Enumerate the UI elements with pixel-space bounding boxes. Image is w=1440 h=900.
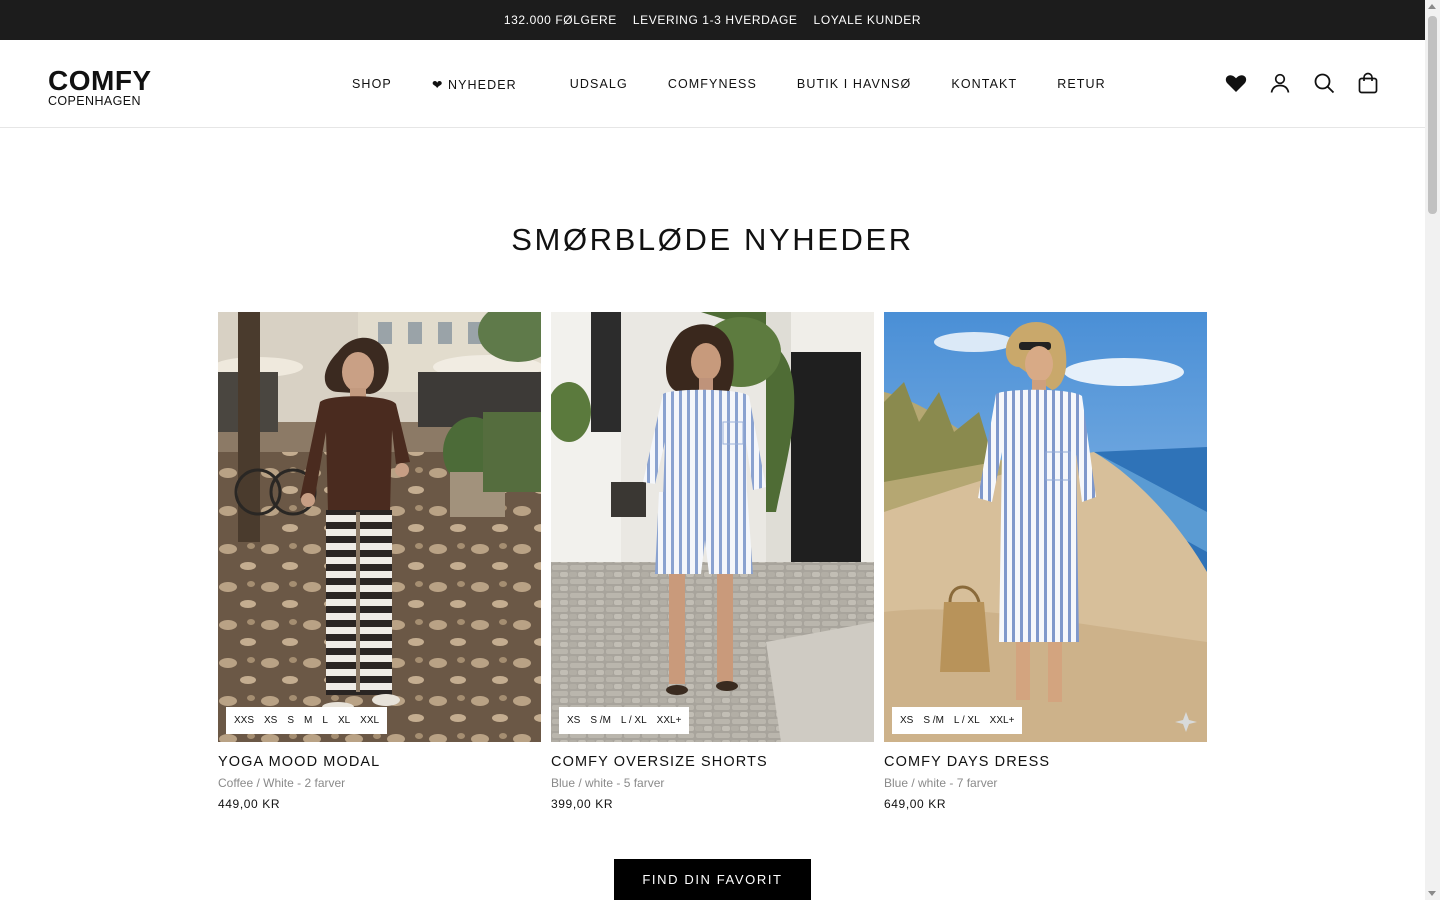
size-option[interactable]: L bbox=[322, 715, 328, 726]
scroll-down-arrow-icon[interactable] bbox=[1428, 891, 1436, 896]
nav-item-retur[interactable]: RETUR bbox=[1057, 77, 1106, 91]
size-option[interactable]: M bbox=[304, 715, 312, 726]
header-actions bbox=[1224, 71, 1380, 95]
nav-item-udsalg[interactable]: UDSALG bbox=[570, 77, 628, 91]
product-card[interactable]: XXS XS S M L XL XXL YOGA MOOD MODAL Coff… bbox=[218, 312, 541, 811]
brand-logo[interactable]: COMFY COPENHAGEN bbox=[48, 65, 168, 108]
announcement-item: LEVERING 1-3 HVERDAGE bbox=[632, 13, 798, 27]
scrollbar-thumb[interactable] bbox=[1428, 16, 1437, 214]
scroll-up-arrow-icon[interactable] bbox=[1428, 4, 1436, 9]
product-photo-beach bbox=[884, 312, 1207, 742]
product-variant: Coffee / White - 2 farver bbox=[218, 776, 346, 790]
product-image[interactable]: XXS XS S M L XL XXL bbox=[218, 312, 541, 742]
announcement-bar: 132.000 FØLGERE LEVERING 1-3 HVERDAGE LO… bbox=[0, 0, 1425, 40]
nav-item-kontakt[interactable]: KONTAKT bbox=[951, 77, 1017, 91]
nav-item-comfyness[interactable]: COMFYNESS bbox=[668, 77, 757, 91]
size-option[interactable]: XL bbox=[338, 715, 350, 726]
size-list: XS S /M L / XL XXL+ bbox=[892, 707, 1023, 734]
product-image[interactable]: XS S /M L / XL XXL+ bbox=[884, 312, 1207, 742]
announcement-item: 132.000 FØLGERE bbox=[503, 13, 617, 27]
section-title: SMØRBLØDE NYHEDER bbox=[511, 222, 914, 257]
nav-item-nyheder[interactable]: ❤ NYHEDER bbox=[432, 77, 517, 92]
size-option[interactable]: L / XL bbox=[954, 715, 980, 726]
product-photo-building-street bbox=[551, 312, 874, 742]
product-photo-street-cafe bbox=[218, 312, 541, 742]
product-name[interactable]: COMFY DAYS DRESS bbox=[884, 754, 1207, 770]
size-option[interactable]: S bbox=[287, 715, 294, 726]
nav-item-shop[interactable]: SHOP bbox=[352, 77, 392, 91]
page-scrollbar[interactable] bbox=[1425, 0, 1440, 900]
bag-icon[interactable] bbox=[1356, 71, 1380, 95]
product-card[interactable]: XS S /M L / XL XXL+ COMFY OVERSIZE SHORT… bbox=[551, 312, 874, 811]
size-option[interactable]: L / XL bbox=[621, 715, 647, 726]
size-list: XS S /M L / XL XXL+ bbox=[559, 707, 690, 734]
announcement-item: LOYALE KUNDER bbox=[813, 13, 922, 27]
product-name[interactable]: YOGA MOOD MODAL bbox=[218, 754, 541, 770]
product-variant: Blue / white - 7 farver bbox=[884, 776, 998, 790]
product-price: 649,00 KR bbox=[884, 797, 947, 811]
logo-wordmark: COMFY bbox=[48, 65, 152, 96]
search-icon[interactable] bbox=[1312, 71, 1336, 95]
product-variant: Blue / white - 5 farver bbox=[551, 776, 665, 790]
product-name[interactable]: COMFY OVERSIZE SHORTS bbox=[551, 754, 874, 770]
size-option[interactable]: XS bbox=[264, 715, 277, 726]
size-option[interactable]: XS bbox=[567, 715, 580, 726]
heart-icon[interactable] bbox=[1224, 71, 1248, 95]
size-option[interactable]: XXL+ bbox=[657, 715, 682, 726]
size-option[interactable]: XXL+ bbox=[990, 715, 1015, 726]
logo-subtitle: COPENHAGEN bbox=[48, 94, 141, 108]
size-option[interactable]: XXL bbox=[360, 715, 379, 726]
find-favorite-button[interactable]: FIND DIN FAVORIT bbox=[614, 859, 811, 900]
size-option[interactable]: XS bbox=[900, 715, 913, 726]
size-list: XXS XS S M L XL XXL bbox=[226, 707, 388, 734]
product-card[interactable]: XS S /M L / XL XXL+ COMFY DAYS DRESS Blu… bbox=[884, 312, 1207, 811]
main-nav: SHOP ❤ NYHEDER UDSALG COMFYNESS BUTIK I … bbox=[352, 75, 1106, 93]
product-price: 399,00 KR bbox=[551, 797, 614, 811]
site-header: COMFY COPENHAGEN SHOP ❤ NYHEDER UDSALG C… bbox=[0, 40, 1425, 128]
size-option[interactable]: S /M bbox=[590, 715, 611, 726]
nav-item-butik[interactable]: BUTIK I HAVNSØ bbox=[797, 77, 912, 91]
product-image[interactable]: XS S /M L / XL XXL+ bbox=[551, 312, 874, 742]
product-price: 449,00 KR bbox=[218, 797, 281, 811]
size-option[interactable]: S /M bbox=[923, 715, 944, 726]
size-option[interactable]: XXS bbox=[234, 715, 254, 726]
account-icon[interactable] bbox=[1268, 71, 1292, 95]
